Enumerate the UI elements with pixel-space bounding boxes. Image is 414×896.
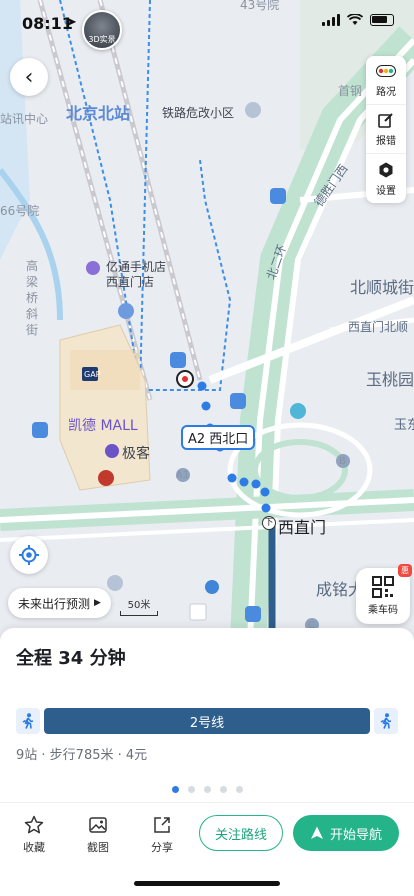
route-total-time: 全程 34 分钟 [16,648,126,669]
walk-segment-end [374,708,398,734]
label-beishun: 北顺城街 [350,278,414,297]
share-button[interactable]: 分享 [142,815,182,855]
home-indicator[interactable] [134,881,280,886]
page-indicator [0,786,414,793]
tool-report-label: 报错 [376,136,396,147]
label-gap: GAP [84,370,101,379]
crosshair-icon [19,545,39,565]
label-xizhimen-store: 西直门店 [106,275,155,289]
forecast-label: 未来出行预测 [18,596,91,611]
route-segments: 2号线 [16,708,398,734]
label-xizhimen-north: 西直门北顺 [348,320,409,334]
tool-settings[interactable]: 设置 [366,154,406,203]
tool-traffic[interactable]: 路况 [366,56,406,105]
label-zhan-hou: 站讯中心 [0,112,49,126]
label-yutao: 玉桃园 [366,370,414,389]
label-anti-fraud: 铁路危改小区 [162,106,235,120]
page-dot[interactable] [203,786,211,793]
tool-traffic-label: 路况 [376,87,396,98]
label-gaoliang: 高梁桥斜街 [26,259,39,337]
edit-icon [376,111,396,129]
cellular-signal-icon [322,14,340,26]
start-navigation-button[interactable]: 开始导航 [293,815,399,851]
wifi-icon [347,14,363,25]
share-label: 分享 [151,841,173,854]
label-a1: A1 [176,470,190,481]
ride-code-badge: 惠 [398,564,412,577]
subway-line-segment: 2号线 [44,708,370,734]
share-icon [154,817,170,833]
label-shouchuang: 首钢 [338,84,363,98]
walk-segment-start [16,708,40,734]
route-meta: 9站 · 步行785米 · 4元 [16,748,148,763]
ride-code-label: 乘车码 [368,605,398,616]
page-dot[interactable] [235,786,243,793]
travel-forecast-button[interactable]: 未来出行预测 ▶ [8,588,111,618]
caret-right-icon: ▶ [94,598,101,608]
favorite-label: 收藏 [23,841,45,854]
gear-icon [376,161,396,179]
label-xia: 下 [262,516,276,530]
map-tools-panel: 路况 报错 设置 [366,56,406,203]
label-xizhimen: 西直门 [278,518,327,537]
map-scale: 50米 [120,596,158,616]
label-b: B [339,456,346,467]
scale-label: 50米 [127,600,151,611]
locate-button[interactable] [10,536,48,574]
page-dot[interactable] [187,786,195,793]
route-sheet[interactable]: 全程 34 分钟 2号线 9站 · 步行785米 · 4元 收藏 截图 分享 关… [0,628,414,896]
follow-route-button[interactable]: 关注路线 [199,815,283,851]
page-dot[interactable] [219,786,227,793]
live-3d-label: 3D实景 [88,35,116,44]
walk-icon [380,713,392,729]
screenshot-button[interactable]: 截图 [78,815,118,855]
station-exit-label[interactable]: A2 西北口 [181,425,256,450]
map-view[interactable]: 北京北站 铁路危改小区 站讯中心 66号院 高梁桥斜街 亿通手机店 西直门店 G… [0,0,414,640]
tool-settings-label: 设置 [376,185,396,197]
favorite-button[interactable]: 收藏 [14,815,54,855]
status-icons [322,14,394,26]
star-icon [24,815,44,834]
label-kaide: 凯德 MALL [68,418,138,434]
screenshot-label: 截图 [87,841,109,854]
label-beijingbei: 北京北站 [66,104,131,123]
qr-code-icon [372,576,394,598]
walk-icon [22,713,34,729]
label-jike: 极客 [122,446,150,462]
label-hao66: 66号院 [0,204,40,218]
battery-icon [370,14,394,26]
label-yu: 玉东 [394,418,414,433]
location-arrow-icon: ➤ [66,15,77,30]
tool-report[interactable]: 报错 [366,105,406,154]
image-icon [89,817,107,833]
navigation-arrow-icon [310,826,323,839]
live-3d-button[interactable]: 3D实景 [82,10,122,50]
status-bar: 08:11 ➤ [0,0,414,46]
traffic-icon [376,62,396,80]
scale-bar [120,611,158,616]
back-button[interactable]: ‹ [10,58,48,96]
page-dot[interactable] [171,786,179,793]
chevron-left-icon: ‹ [24,64,34,90]
start-navigation-label: 开始导航 [329,827,382,843]
ride-code-button[interactable]: 惠 乘车码 [356,564,412,624]
action-bar: 收藏 截图 分享 关注路线 开始导航 [0,802,414,862]
